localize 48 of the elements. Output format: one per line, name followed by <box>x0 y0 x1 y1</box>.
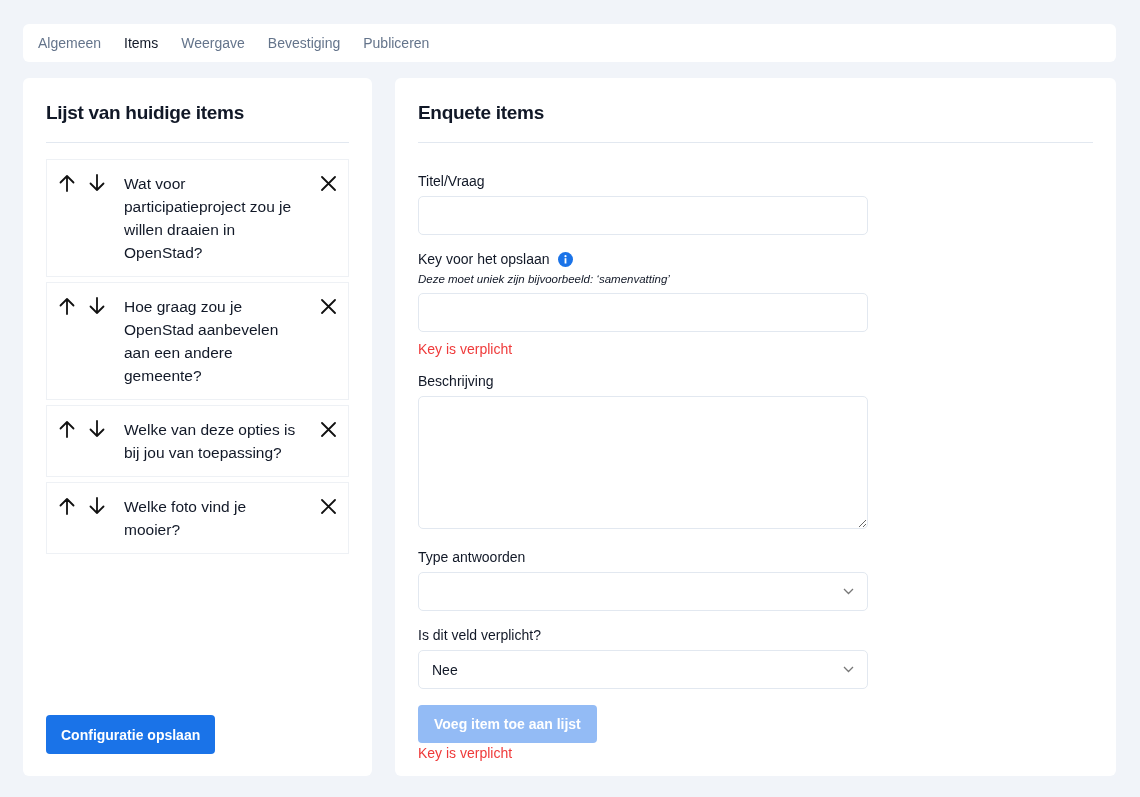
item-text: Welke foto vind je mooier? <box>124 497 248 540</box>
item-text: Welke van deze opties is bij jou van toepassing? <box>124 420 297 463</box>
chevron-down-icon <box>843 666 854 673</box>
select-field[interactable]: Nee <box>418 650 868 689</box>
panel-title: Enquete items <box>418 102 1093 143</box>
arrow-down-icon <box>89 297 105 315</box>
tab[interactable]: Bevestiging <box>267 35 341 51</box>
arrow-down-icon <box>89 420 105 438</box>
tab[interactable]: Publiceren <box>363 35 430 51</box>
error-message: Key is verplicht <box>418 341 514 357</box>
move-up-button[interactable] <box>57 418 77 440</box>
error-message: Key is verplicht <box>418 745 514 761</box>
move-up-button[interactable] <box>57 495 77 517</box>
close-icon <box>320 175 336 191</box>
move-down-button[interactable] <box>87 418 107 440</box>
move-up-button[interactable] <box>57 295 77 317</box>
tab[interactable]: Algemeen <box>38 35 102 51</box>
textarea-field[interactable] <box>418 396 868 529</box>
field-hint: Deze moet uniek zijn bijvoorbeeld: ‘samenvatting’ <box>418 273 671 285</box>
text-input-field[interactable] <box>418 293 868 332</box>
close-icon <box>320 298 336 314</box>
move-down-button[interactable] <box>87 495 107 517</box>
field-label: Is dit veld verplicht? <box>418 627 541 643</box>
arrow-down-icon <box>89 497 105 515</box>
move-up-button[interactable] <box>57 172 77 194</box>
chevron-down-icon <box>843 588 854 595</box>
text-input-field[interactable] <box>418 196 868 235</box>
arrow-down-icon <box>89 174 105 192</box>
panel-title: Lijst van huidige items <box>46 102 349 143</box>
field-label: Type antwoorden <box>418 549 526 565</box>
info-icon[interactable] <box>557 251 573 267</box>
select-field[interactable] <box>418 572 868 611</box>
move-down-button[interactable] <box>87 295 107 317</box>
field-label: Key voor het opslaan <box>418 251 550 267</box>
move-down-button[interactable] <box>87 172 107 194</box>
tab[interactable]: Weergave <box>181 35 245 51</box>
tab[interactable]: Items <box>124 35 159 51</box>
field-label: Titel/Vraag <box>418 173 485 189</box>
field-label: Beschrijving <box>418 373 494 389</box>
arrow-up-icon <box>59 497 75 515</box>
item-text: Wat voor participatieproject zou je willen draaien in OpenStad? <box>124 174 293 263</box>
arrow-up-icon <box>59 420 75 438</box>
close-icon <box>320 498 336 514</box>
save-button[interactable]: Configuratie opslaan <box>46 715 216 754</box>
item-text: Hoe graag zou je OpenStad aanbevelen aan een andere gemeente? <box>124 297 280 386</box>
arrow-up-icon <box>59 174 75 192</box>
close-icon <box>320 421 336 437</box>
arrow-up-icon <box>59 297 75 315</box>
